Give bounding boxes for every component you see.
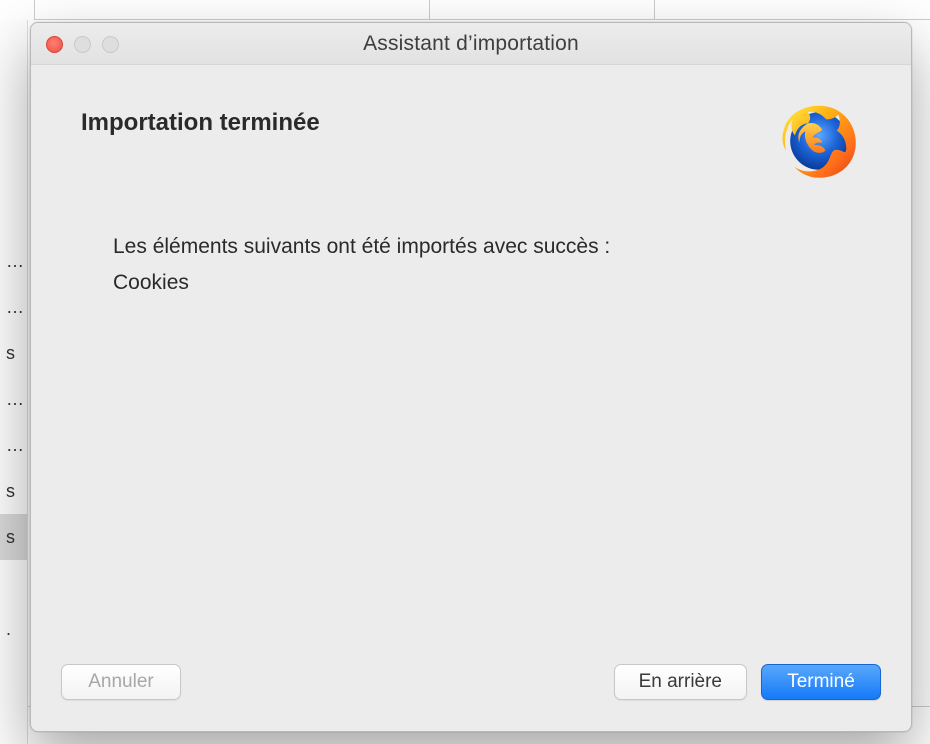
dialog-body: Les éléments suivants ont été importés a… <box>113 229 861 300</box>
finish-button[interactable]: Terminé <box>761 664 881 700</box>
background-sidebar-row: … <box>0 284 27 330</box>
background-sidebar-row: … <box>0 422 27 468</box>
background-sidebar-row: … <box>0 376 27 422</box>
back-button[interactable]: En arrière <box>614 664 747 700</box>
window-close-button[interactable] <box>46 36 63 53</box>
background-sidebar-row <box>0 560 27 606</box>
imported-item: Cookies <box>113 265 861 301</box>
background-sidebar-row: s <box>0 468 27 514</box>
titlebar: Assistant d’importation <box>31 23 911 65</box>
window-minimize-button <box>74 36 91 53</box>
dialog-heading: Importation terminée <box>81 109 861 137</box>
dialog-title: Assistant d’importation <box>363 32 579 56</box>
firefox-logo-icon <box>779 101 859 181</box>
background-sidebar-row: s <box>0 514 27 560</box>
background-sidebar: … … s … … s s . <box>0 20 28 744</box>
background-table-header <box>34 0 930 20</box>
window-controls <box>46 36 119 53</box>
dialog-content: Importation terminée <box>31 65 911 651</box>
background-sidebar-row: … <box>0 238 27 284</box>
cancel-button: Annuler <box>61 664 181 700</box>
background-sidebar-row: . <box>0 606 27 652</box>
dialog-footer: Annuler En arrière Terminé <box>31 651 911 731</box>
background-sidebar-row: s <box>0 330 27 376</box>
window-zoom-button <box>102 36 119 53</box>
import-assistant-dialog: Assistant d’importation Importation term… <box>30 22 912 732</box>
dialog-message: Les éléments suivants ont été importés a… <box>113 229 861 265</box>
